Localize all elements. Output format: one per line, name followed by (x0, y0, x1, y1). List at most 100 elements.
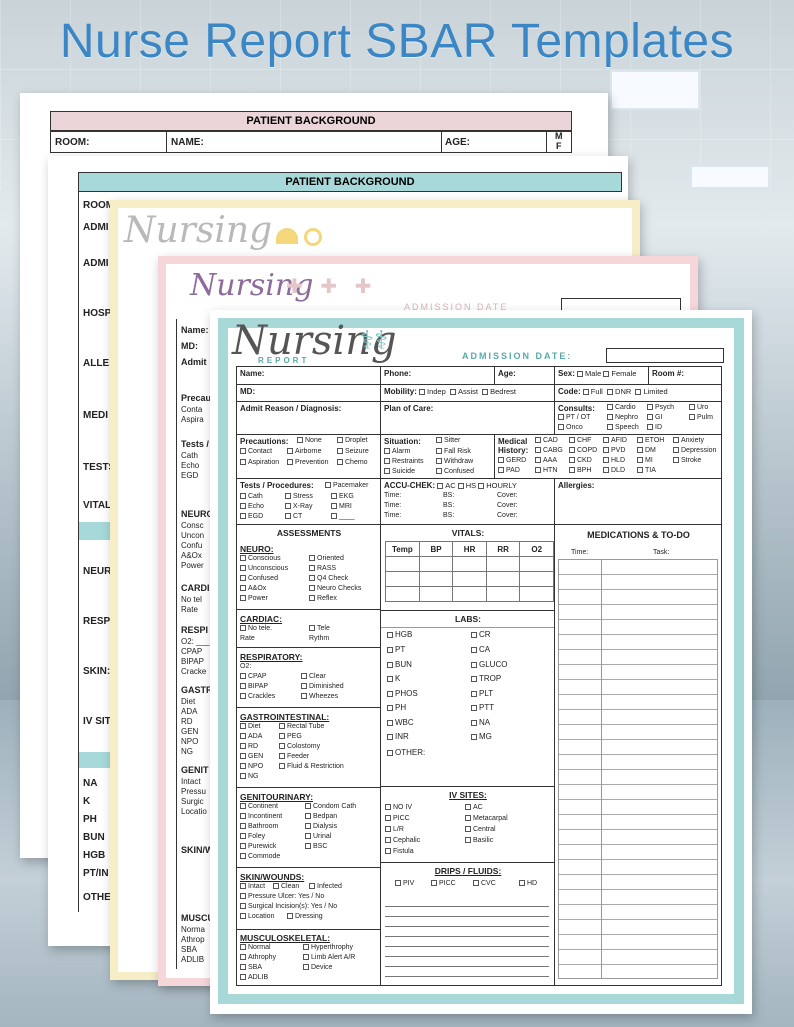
checkbox[interactable] (387, 749, 393, 756)
checkbox[interactable] (240, 833, 246, 840)
checkbox[interactable] (436, 448, 442, 455)
checkbox[interactable] (279, 743, 285, 750)
checkbox[interactable] (240, 513, 246, 520)
checkbox[interactable] (471, 719, 477, 726)
checkbox[interactable] (689, 404, 695, 411)
checkbox[interactable] (287, 459, 293, 466)
checkbox[interactable] (535, 437, 541, 444)
checkbox[interactable] (240, 448, 246, 455)
checkbox[interactable] (285, 513, 291, 520)
checkbox[interactable] (287, 913, 293, 920)
admission-date-field[interactable] (606, 348, 724, 363)
checkbox[interactable] (637, 437, 643, 444)
checkbox[interactable] (465, 826, 471, 833)
checkbox[interactable] (471, 646, 477, 653)
checkbox[interactable] (465, 815, 471, 822)
checkbox[interactable] (569, 457, 575, 464)
female-checkbox[interactable] (603, 371, 610, 378)
checkbox[interactable] (285, 493, 291, 500)
checkbox[interactable] (603, 447, 609, 454)
checkbox[interactable] (387, 661, 393, 668)
checkbox[interactable] (305, 833, 311, 840)
checkbox[interactable] (436, 437, 442, 444)
checkbox[interactable] (240, 459, 246, 466)
checkbox[interactable] (431, 880, 437, 887)
checkbox[interactable] (240, 954, 246, 961)
checkbox[interactable] (279, 763, 285, 770)
checkbox[interactable] (387, 733, 393, 740)
checkbox[interactable] (387, 704, 393, 711)
checkbox[interactable] (240, 893, 246, 900)
checkbox[interactable] (384, 468, 390, 475)
phone-field[interactable]: Phone: (381, 367, 495, 385)
vitals-cell[interactable] (452, 556, 487, 572)
room-field[interactable]: Room #: (649, 367, 722, 385)
checkbox[interactable] (240, 853, 246, 860)
drips-write-lines[interactable] (385, 897, 549, 977)
checkbox[interactable] (337, 448, 343, 455)
checkbox[interactable] (387, 719, 393, 726)
checkbox[interactable] (607, 414, 613, 421)
checkbox[interactable] (471, 661, 477, 668)
checkbox[interactable] (240, 883, 246, 890)
checkbox[interactable] (384, 458, 390, 465)
checkbox[interactable] (303, 944, 309, 951)
male-checkbox[interactable] (577, 371, 583, 378)
checkbox[interactable] (240, 813, 246, 820)
checkbox[interactable] (305, 813, 311, 820)
checkbox[interactable] (240, 733, 246, 740)
checkbox[interactable] (569, 437, 575, 444)
checkbox[interactable] (385, 837, 391, 844)
checkbox[interactable] (673, 437, 679, 444)
full-checkbox[interactable] (582, 389, 589, 396)
checkbox[interactable] (436, 468, 442, 475)
checkbox[interactable] (384, 448, 390, 455)
checkbox[interactable] (337, 437, 343, 444)
checkbox[interactable] (303, 954, 309, 961)
checkbox[interactable] (387, 631, 393, 638)
checkbox[interactable] (240, 944, 246, 951)
checkbox[interactable] (647, 404, 653, 411)
age-field[interactable]: Age: (495, 367, 555, 385)
vitals-cell[interactable] (485, 571, 521, 587)
checkbox[interactable] (297, 437, 303, 444)
checkbox[interactable] (637, 447, 643, 454)
checkbox[interactable] (331, 513, 337, 520)
checkbox[interactable] (285, 503, 291, 510)
checkbox[interactable] (301, 673, 307, 680)
checkbox[interactable] (465, 837, 471, 844)
checkbox[interactable] (673, 447, 679, 454)
indep-checkbox[interactable] (418, 389, 425, 396)
checkbox[interactable] (240, 673, 246, 680)
assist-checkbox[interactable] (449, 389, 456, 396)
checkbox[interactable] (569, 447, 575, 454)
checkbox[interactable] (240, 903, 246, 910)
checkbox[interactable] (309, 883, 315, 890)
checkbox[interactable] (689, 414, 695, 421)
vitals-cell[interactable] (519, 556, 554, 572)
limited-checkbox[interactable] (635, 389, 642, 396)
vitals-cell[interactable] (519, 586, 554, 602)
ac-checkbox[interactable] (437, 483, 444, 490)
checkbox[interactable] (240, 625, 246, 632)
checkbox[interactable] (305, 843, 311, 850)
vitals-cell[interactable] (418, 586, 454, 602)
checkbox[interactable] (309, 595, 315, 602)
checkbox[interactable] (498, 457, 504, 464)
checkbox[interactable] (309, 625, 315, 632)
hourly-checkbox[interactable] (478, 483, 485, 490)
checkbox[interactable] (607, 404, 613, 411)
medications-grid[interactable] (558, 559, 718, 979)
checkbox[interactable] (331, 503, 337, 510)
checkbox[interactable] (471, 690, 477, 697)
admit-reason-field[interactable]: Admit Reason / Diagnosis: (237, 402, 381, 435)
checkbox[interactable] (240, 803, 246, 810)
checkbox[interactable] (240, 913, 246, 920)
checkbox[interactable] (385, 826, 391, 833)
checkbox[interactable] (240, 693, 246, 700)
checkbox[interactable] (385, 804, 391, 811)
checkbox[interactable] (240, 763, 246, 770)
checkbox[interactable] (240, 974, 246, 981)
checkbox[interactable] (387, 646, 393, 653)
checkbox[interactable] (603, 467, 609, 474)
